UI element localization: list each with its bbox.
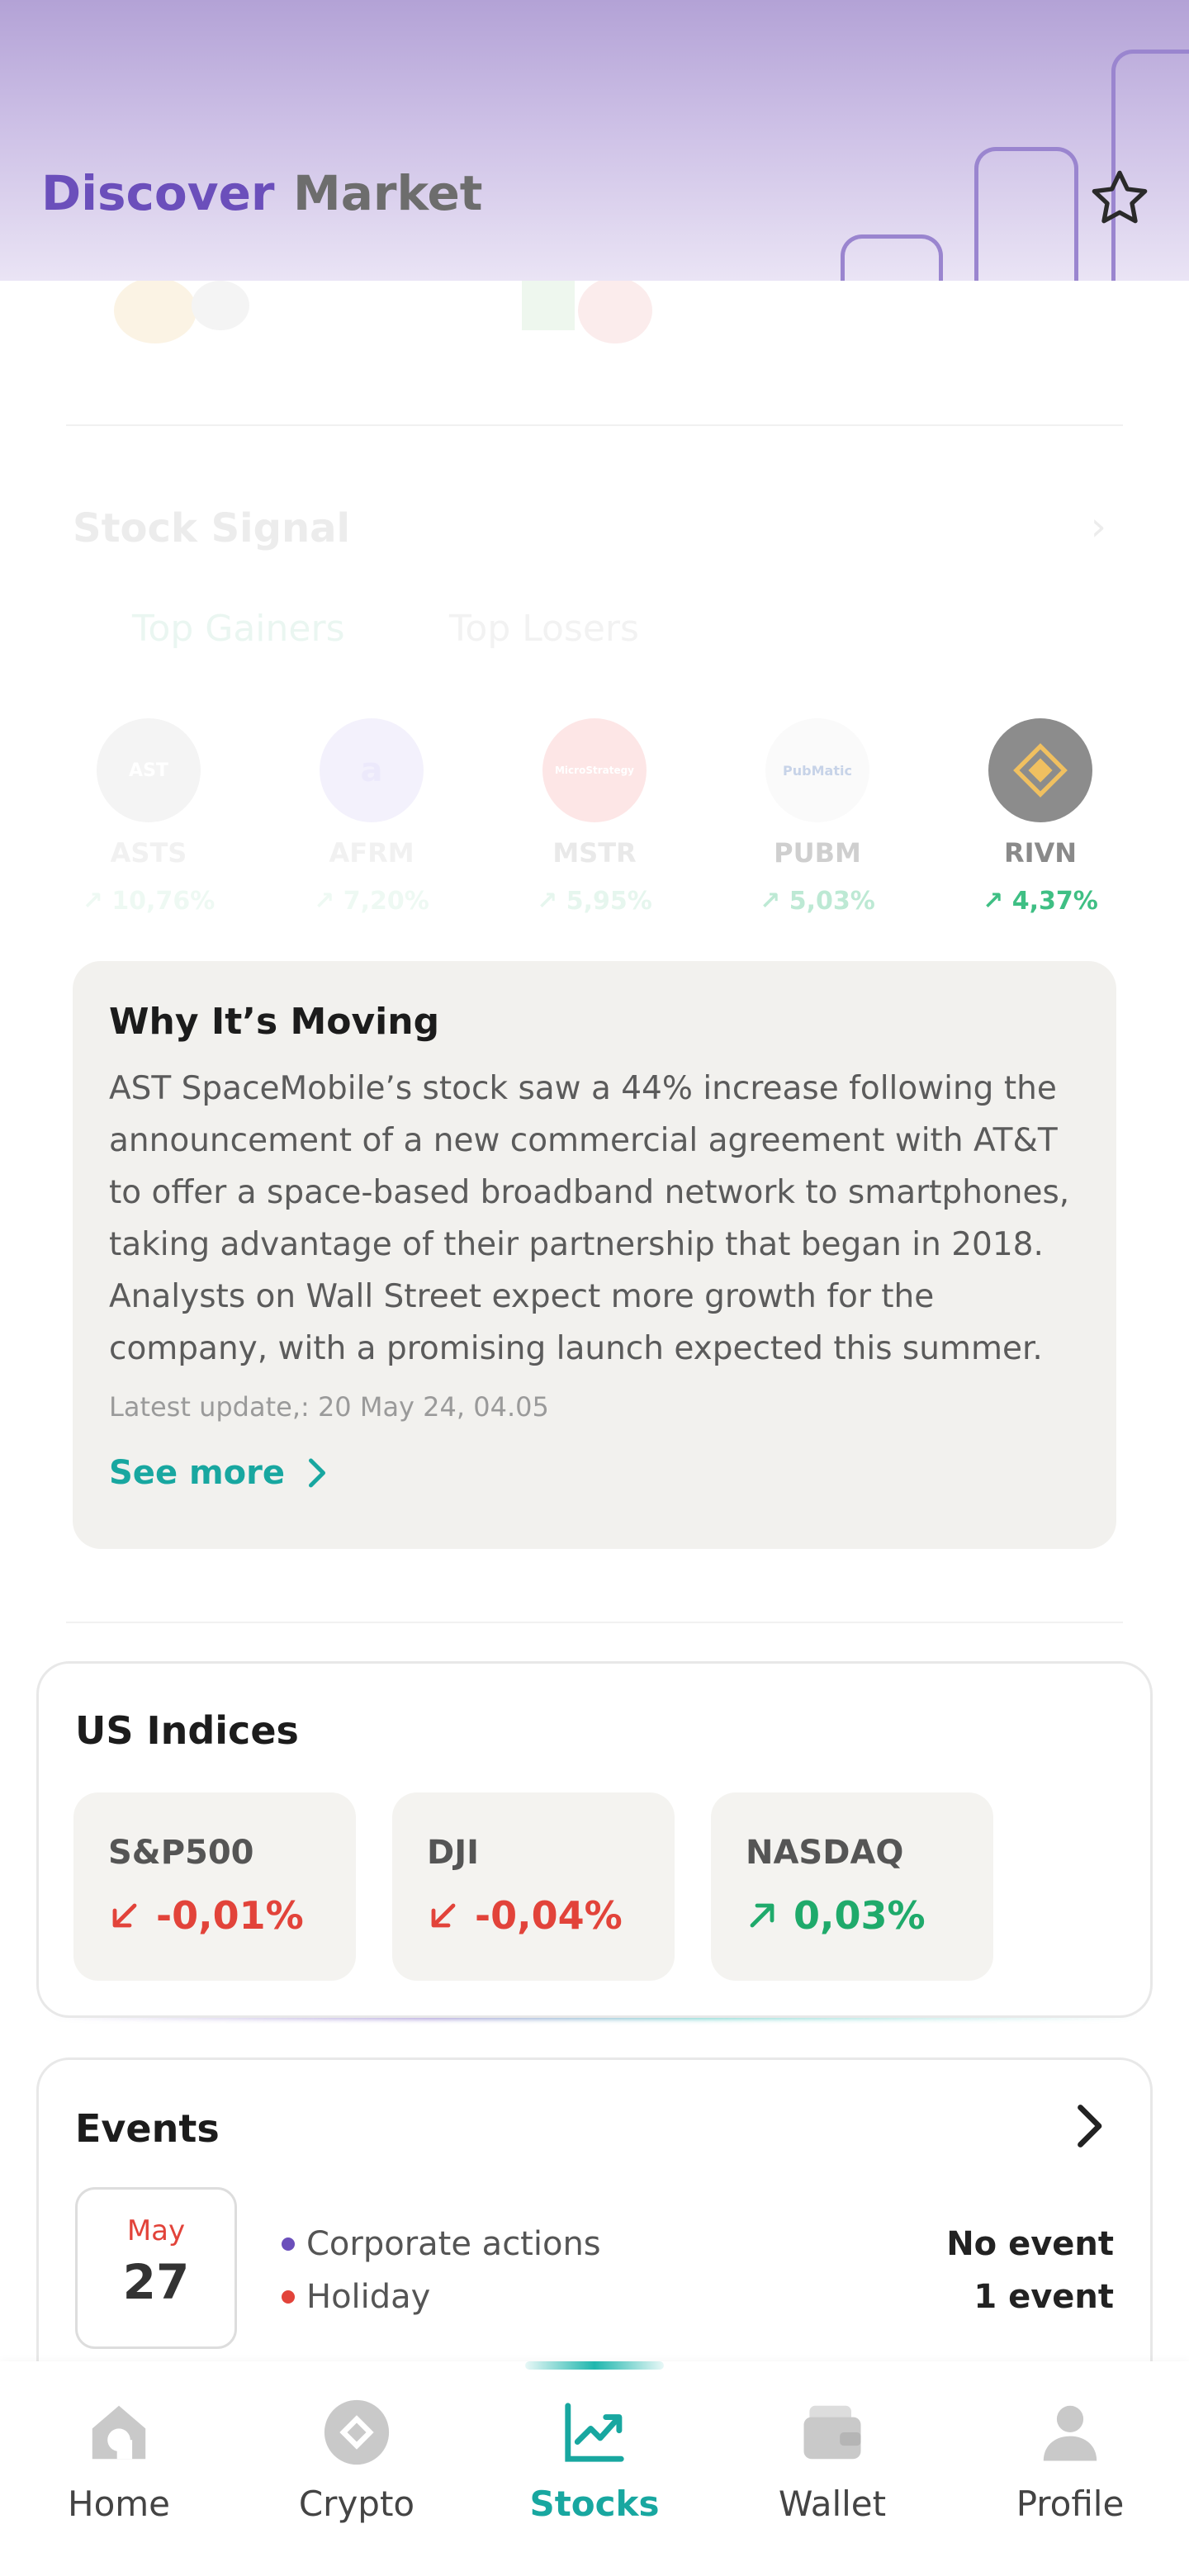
- event-count: No event: [946, 2225, 1114, 2263]
- index-name: NASDAQ: [746, 1834, 904, 1872]
- stock-ticker: PUBM: [774, 837, 861, 869]
- stock-signal-title: Stock Signal: [73, 505, 350, 552]
- index-name: S&P500: [108, 1834, 254, 1872]
- chevron-right-icon[interactable]: [1066, 2101, 1107, 2151]
- stock-logo: MicroStrategy: [542, 718, 647, 822]
- nav-label: Stocks: [529, 2484, 660, 2524]
- event-row-holiday[interactable]: Holiday: [282, 2278, 430, 2316]
- tab-top-gainers[interactable]: Top Gainers: [132, 608, 345, 650]
- stock-item-pubm[interactable]: PubMatic PUBM ↗ 5,03%: [743, 718, 892, 916]
- stock-ticker: RIVN: [1003, 837, 1078, 869]
- bottom-navigation: Home Crypto Stocks Wallet Profile: [0, 2361, 1189, 2576]
- nav-home[interactable]: Home: [0, 2394, 238, 2524]
- chevron-right-icon[interactable]: ›: [1091, 504, 1106, 550]
- index-sp500[interactable]: S&P500 -0,01%: [73, 1792, 356, 1981]
- chevron-right-icon: [309, 1458, 326, 1488]
- event-month: May: [126, 2214, 186, 2247]
- nav-label: Crypto: [298, 2484, 415, 2524]
- tab-market[interactable]: Market: [293, 165, 483, 221]
- event-count: 1 event: [973, 2278, 1114, 2316]
- arrow-up-right-icon: ↗: [82, 887, 103, 916]
- stock-item-afrm[interactable]: a AFRM ↗ 7,20%: [297, 718, 446, 916]
- purple-dot-icon: [282, 2237, 295, 2251]
- nav-profile[interactable]: Profile: [951, 2394, 1189, 2524]
- divider: [66, 424, 1123, 426]
- stock-change: 10,76%: [111, 887, 216, 916]
- header-decoration: [809, 0, 1189, 281]
- nav-label: Home: [67, 2484, 171, 2524]
- why-moving-card: Why It’s Moving AST SpaceMobile’s stock …: [73, 961, 1116, 1549]
- latest-update: Latest update,: 20 May 24, 04.05: [109, 1391, 549, 1423]
- stock-logo: a: [320, 718, 424, 822]
- index-value: -0,04%: [475, 1893, 623, 1938]
- us-indices-card: US Indices S&P500 -0,01% DJI -0,04% NASD…: [36, 1661, 1153, 2018]
- events-title: Events: [75, 2106, 220, 2151]
- nav-crypto[interactable]: Crypto: [238, 2394, 476, 2524]
- event-row-corporate-actions[interactable]: Corporate actions: [282, 2225, 601, 2263]
- home-icon: [92, 2405, 146, 2460]
- arrow-down-left-icon: [431, 1903, 456, 1928]
- star-icon[interactable]: [1087, 165, 1153, 231]
- diamond-icon: [1013, 743, 1068, 798]
- stock-ticker: ASTS: [110, 837, 187, 869]
- stock-ticker: AFRM: [329, 837, 414, 869]
- event-label: Corporate actions: [306, 2225, 601, 2263]
- why-moving-body: AST SpaceMobile’s stock saw a 44% increa…: [109, 1070, 1070, 1367]
- stock-change: 4,37%: [1011, 887, 1098, 916]
- rivian-logo-icon: [988, 718, 1092, 822]
- stock-item-rivn[interactable]: RIVN ↗ 4,37%: [966, 718, 1115, 916]
- stock-logo: AST: [97, 718, 201, 822]
- arrow-down-left-icon: [112, 1903, 137, 1928]
- tab-top-losers[interactable]: Top Losers: [449, 608, 639, 650]
- wallet-icon: [803, 2405, 861, 2460]
- crypto-icon: [324, 2399, 390, 2465]
- top-header: Discover Market: [0, 0, 1189, 281]
- stock-logo: PubMatic: [765, 718, 869, 822]
- event-date[interactable]: May 27: [75, 2187, 237, 2349]
- stock-change: 5,03%: [789, 887, 875, 916]
- us-indices-title: US Indices: [75, 1708, 299, 1753]
- arrow-up-right-icon: ↗: [314, 887, 335, 916]
- nav-stocks[interactable]: Stocks: [476, 2394, 713, 2524]
- index-dji[interactable]: DJI -0,04%: [392, 1792, 675, 1981]
- see-more-link[interactable]: See more: [109, 1454, 1080, 1492]
- arrow-up-right-icon: ↗: [983, 887, 1004, 916]
- arrow-up-right-icon: ↗: [537, 887, 558, 916]
- index-name: DJI: [427, 1834, 479, 1872]
- arrow-up-right-icon: [750, 1903, 775, 1928]
- event-day: 27: [122, 2254, 190, 2310]
- stock-change: 5,95%: [566, 887, 652, 916]
- arrow-up-right-icon: ↗: [760, 887, 781, 916]
- active-tab-indicator: [525, 2361, 664, 2370]
- index-value: -0,01%: [156, 1893, 304, 1938]
- event-label: Holiday: [306, 2278, 431, 2316]
- stock-item-mstr[interactable]: MicroStrategy MSTR ↗ 5,95%: [520, 718, 669, 916]
- stocks-chart-icon: [565, 2403, 624, 2462]
- nav-label: Profile: [1016, 2484, 1125, 2524]
- stock-ticker: MSTR: [552, 837, 637, 869]
- see-more-label: See more: [109, 1454, 286, 1492]
- divider: [66, 1622, 1123, 1623]
- tab-discover[interactable]: Discover: [41, 165, 275, 221]
- stock-change: 7,20%: [343, 887, 429, 916]
- nav-label: Wallet: [778, 2484, 887, 2524]
- index-value: 0,03%: [793, 1893, 926, 1938]
- why-moving-title: Why It’s Moving: [109, 1001, 440, 1043]
- red-dot-icon: [282, 2290, 295, 2304]
- nav-wallet[interactable]: Wallet: [713, 2394, 951, 2524]
- profile-icon: [1043, 2405, 1097, 2461]
- index-nasdaq[interactable]: NASDAQ 0,03%: [711, 1792, 993, 1981]
- stock-item-asts[interactable]: AST ASTS ↗ 10,76%: [74, 718, 223, 916]
